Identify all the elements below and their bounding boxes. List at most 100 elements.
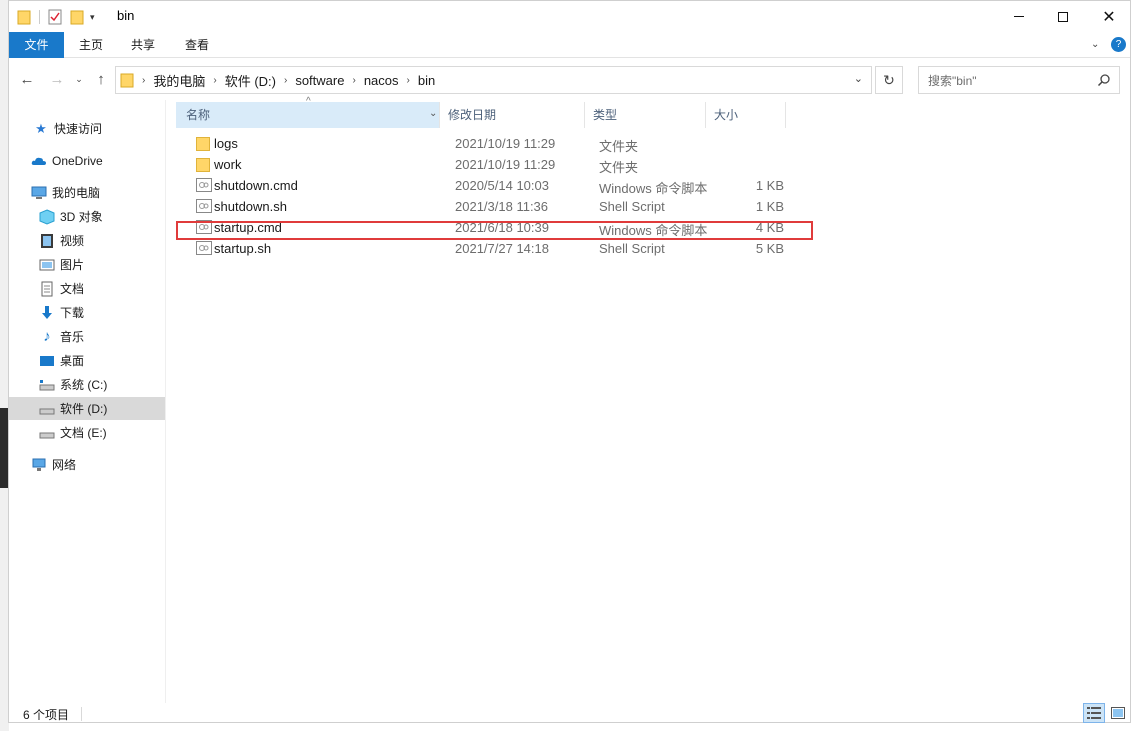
quick-access-toolbar: ▾ — [17, 7, 95, 27]
drive-icon — [39, 379, 55, 390]
column-header-type[interactable]: 类型 — [585, 102, 705, 128]
file-row-shutdown-sh[interactable]: shutdown.sh 2021/3/18 11:36 Shell Script… — [176, 197, 816, 218]
file-row-shutdown-cmd[interactable]: shutdown.cmd 2020/5/14 10:03 Windows 命令脚… — [176, 176, 816, 197]
recent-locations-button[interactable]: ⌄ — [69, 69, 89, 89]
nav-desktop[interactable]: 桌面 — [9, 349, 165, 372]
customize-toolbar-icon[interactable]: ▾ — [90, 12, 95, 23]
title-bar: ▾ bin ✕ — [9, 1, 1130, 32]
column-label: 类型 — [593, 108, 618, 122]
nav-onedrive[interactable]: OneDrive — [9, 149, 165, 172]
nav-3d-objects[interactable]: 3D 对象 — [9, 205, 165, 228]
breadcrumb-separator-icon: › — [352, 74, 356, 86]
properties-icon[interactable] — [48, 9, 62, 25]
back-arrow-icon: ← — [19, 70, 35, 88]
nav-drive-d[interactable]: 软件 (D:) — [9, 397, 165, 420]
nav-label: 图片 — [60, 258, 85, 272]
nav-videos[interactable]: 视频 — [9, 229, 165, 252]
file-name: logs — [214, 136, 238, 151]
new-folder-icon[interactable] — [70, 9, 84, 25]
download-icon — [42, 305, 52, 319]
status-bar: 6 个项目 — [9, 703, 1130, 723]
ribbon-tabs: 文件 主页 共享 查看 ⌄ ? — [9, 32, 1130, 58]
nav-pictures[interactable]: 图片 — [9, 253, 165, 276]
breadcrumb-drive-d[interactable]: 软件 (D:) — [225, 71, 276, 90]
column-header-date[interactable]: 修改日期 — [440, 102, 584, 128]
column-label: 名称 — [186, 108, 211, 122]
up-button[interactable]: ↑ — [91, 69, 111, 89]
file-row-work[interactable]: work 2021/10/19 11:29 文件夹 — [176, 155, 816, 176]
nav-quick-access[interactable]: ★ 快速访问 — [9, 117, 165, 140]
minimize-icon — [1014, 16, 1024, 17]
nav-drive-c[interactable]: 系统 (C:) — [9, 373, 165, 396]
nav-label: 快速访问 — [54, 122, 103, 136]
picture-icon — [39, 259, 55, 270]
tab-home[interactable]: 主页 — [67, 32, 115, 58]
nav-label: 桌面 — [60, 354, 85, 368]
script-icon — [196, 178, 212, 192]
column-divider[interactable] — [785, 102, 786, 128]
drive-icon — [39, 432, 55, 438]
video-icon — [41, 233, 53, 248]
search-box[interactable]: 搜索"bin" — [918, 66, 1120, 94]
file-name: work — [214, 157, 242, 172]
file-row-logs[interactable]: logs 2021/10/19 11:29 文件夹 — [176, 134, 816, 155]
file-type: 文件夹 — [599, 160, 639, 175]
status-separator — [81, 707, 82, 721]
tab-view[interactable]: 查看 — [173, 32, 221, 58]
large-icons-view-button[interactable] — [1107, 703, 1129, 723]
folder-icon — [120, 73, 134, 88]
close-button[interactable]: ✕ — [1086, 1, 1132, 32]
sort-ascending-icon: ^ — [306, 96, 311, 107]
file-name: startup.sh — [214, 241, 272, 256]
file-type: Shell Script — [599, 199, 665, 214]
file-row-startup-sh[interactable]: startup.sh 2021/7/27 14:18 Shell Script … — [176, 239, 816, 260]
breadcrumb-my-computer[interactable]: 我的电脑 — [153, 71, 205, 90]
music-icon: ♪ — [43, 328, 51, 345]
file-size: 1 KB — [755, 199, 784, 214]
column-header-size[interactable]: 大小 — [706, 102, 786, 128]
breadcrumb-nacos[interactable]: nacos — [364, 73, 399, 88]
refresh-button[interactable]: ↻ — [875, 66, 903, 94]
nav-drive-e[interactable]: 文档 (E:) — [9, 421, 165, 444]
background-window-dark-edge — [0, 408, 8, 488]
breadcrumb-separator-icon: › — [213, 74, 217, 86]
column-label: 大小 — [714, 108, 739, 122]
folder-icon — [17, 10, 31, 25]
folder-icon — [196, 137, 210, 151]
file-type: 文件夹 — [599, 139, 639, 154]
window-title: bin — [117, 8, 135, 23]
breadcrumb-separator-icon: › — [406, 74, 410, 86]
file-size: 1 KB — [755, 178, 784, 193]
file-date: 2020/5/14 10:03 — [455, 178, 549, 193]
document-icon — [41, 281, 53, 296]
tab-share[interactable]: 共享 — [119, 32, 167, 58]
column-filter-icon[interactable]: ⌄ — [429, 108, 437, 119]
breadcrumb-bin[interactable]: bin — [418, 73, 435, 88]
help-icon[interactable]: ? — [1111, 37, 1126, 52]
nav-downloads[interactable]: 下载 — [9, 301, 165, 324]
details-view-button[interactable] — [1083, 703, 1105, 723]
nav-documents[interactable]: 文档 — [9, 277, 165, 300]
expand-ribbon-icon[interactable]: ⌄ — [1091, 39, 1099, 50]
tab-file[interactable]: 文件 — [9, 32, 64, 58]
address-dropdown-icon[interactable]: ⌄ — [854, 72, 863, 85]
search-input[interactable]: 搜索"bin" — [928, 72, 977, 89]
drive-icon — [39, 408, 55, 414]
cloud-icon — [31, 157, 46, 165]
address-bar[interactable]: › 我的电脑 › 软件 (D:) › software › nacos › bi… — [115, 66, 872, 94]
highlight-box — [176, 221, 813, 240]
forward-button[interactable]: → — [47, 69, 67, 89]
nav-music[interactable]: ♪ 音乐 — [9, 325, 165, 348]
breadcrumb-software[interactable]: software — [295, 73, 344, 88]
back-button[interactable]: ← — [17, 69, 37, 89]
minimize-button[interactable] — [996, 1, 1042, 32]
maximize-button[interactable] — [1040, 1, 1086, 32]
file-date: 2021/10/19 11:29 — [455, 157, 556, 172]
nav-my-computer[interactable]: 我的电脑 — [9, 181, 165, 204]
nav-label: OneDrive — [52, 153, 103, 168]
breadcrumb-separator-icon: › — [283, 74, 288, 86]
large-icons-view-icon — [1111, 707, 1125, 719]
nav-network[interactable]: 网络 — [9, 453, 165, 476]
file-size: 5 KB — [755, 241, 784, 256]
nav-label: 系统 (C:) — [60, 378, 108, 392]
